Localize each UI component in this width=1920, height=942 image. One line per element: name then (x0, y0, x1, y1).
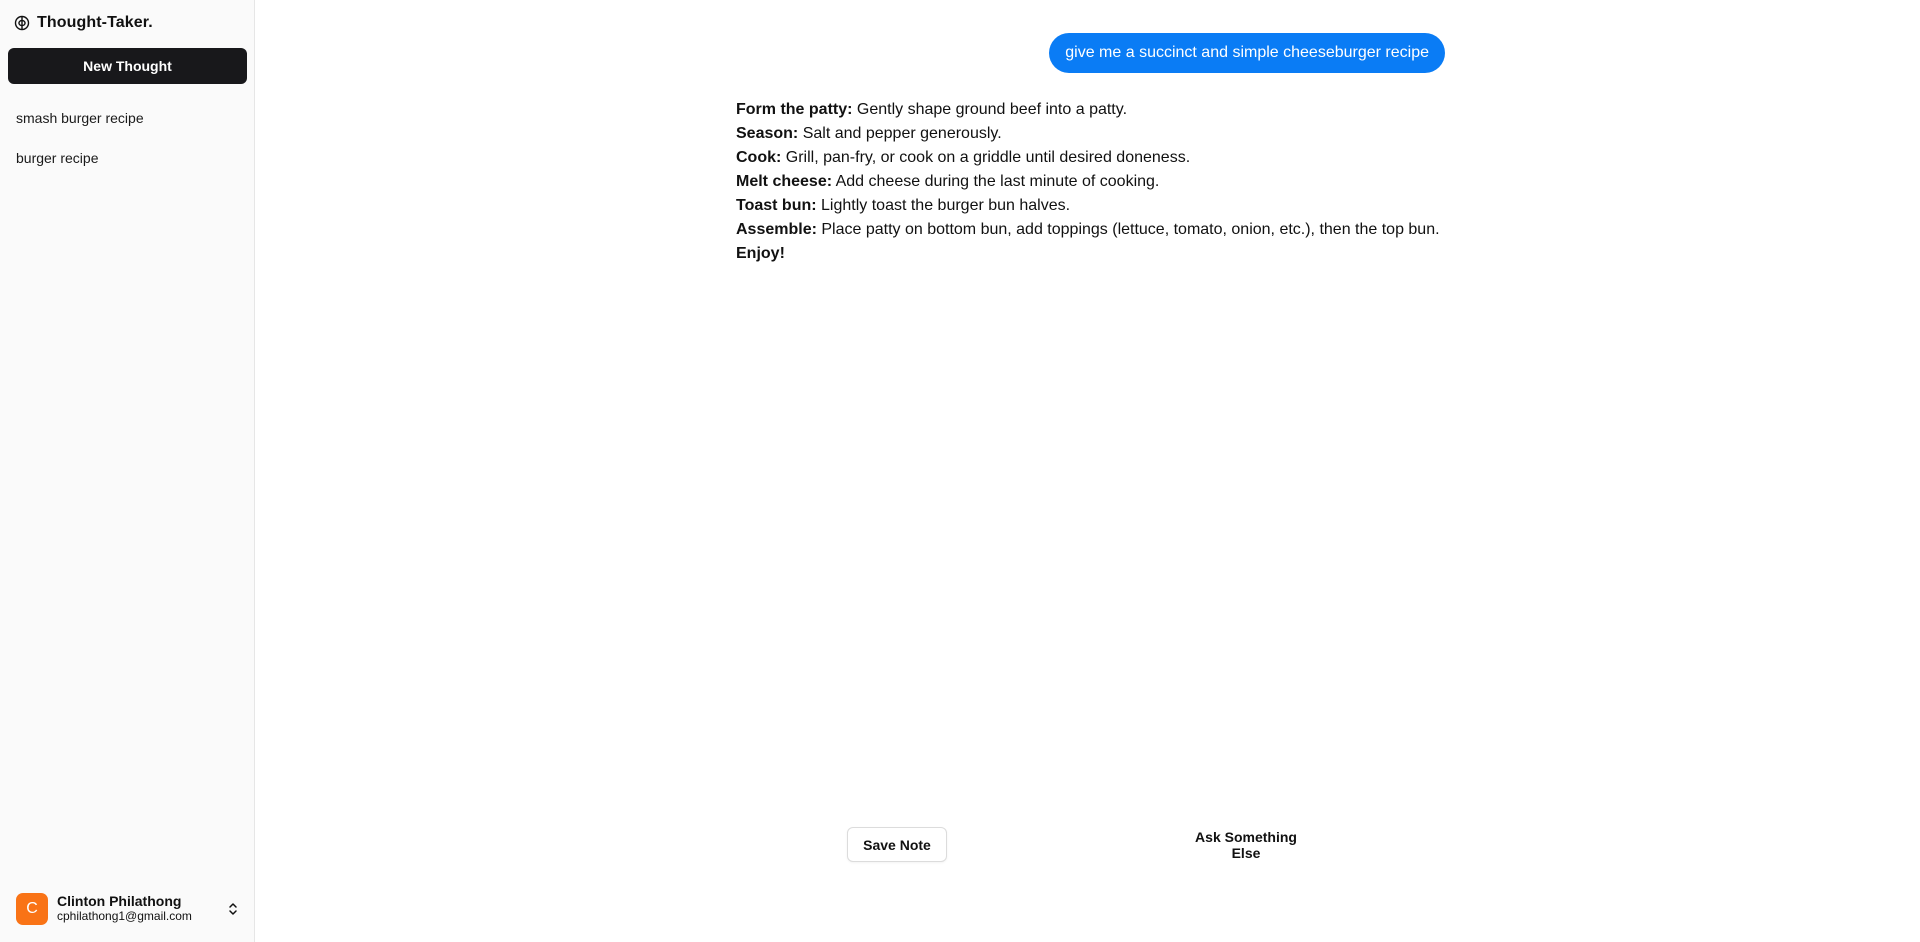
step-text: Add cheese during the last minute of coo… (832, 173, 1160, 190)
assistant-response: Form the patty: Gently shape ground beef… (736, 98, 1448, 266)
step-label: Cook: (736, 149, 782, 166)
history-item-burger-recipe[interactable]: burger recipe (0, 140, 255, 180)
brain-icon (14, 15, 30, 31)
step-label: Enjoy! (736, 245, 785, 262)
step-label: Form the patty: (736, 101, 853, 118)
user-message-bubble: give me a succinct and simple cheeseburg… (1049, 33, 1445, 73)
step-text: Grill, pan-fry, or cook on a griddle unt… (781, 149, 1191, 166)
step-text: Salt and pepper generously. (798, 125, 1002, 142)
user-account[interactable]: C Clinton Philathong cphilathong1@gmail.… (16, 892, 241, 926)
new-thought-button[interactable]: New Thought (8, 48, 247, 84)
response-line: Enjoy! (736, 242, 1448, 266)
response-line: Form the patty: Gently shape ground beef… (736, 98, 1448, 122)
response-line: Melt cheese: Add cheese during the last … (736, 170, 1448, 194)
response-line: Cook: Grill, pan-fry, or cook on a gridd… (736, 146, 1448, 170)
step-label: Season: (736, 125, 799, 142)
step-text: Lightly toast the burger bun halves. (816, 197, 1071, 214)
app-title: Thought-Taker. (37, 14, 153, 31)
avatar: C (16, 893, 48, 925)
response-line: Season: Salt and pepper generously. (736, 122, 1448, 146)
step-label: Assemble: (736, 221, 817, 238)
step-label: Melt cheese: (736, 173, 833, 190)
thought-history: smash burger recipe burger recipe (0, 100, 255, 180)
response-line: Toast bun: Lightly toast the burger bun … (736, 194, 1448, 218)
step-text: Gently shape ground beef into a patty. (852, 101, 1128, 118)
step-label: Toast bun: (736, 197, 817, 214)
brand: Thought-Taker. (14, 14, 153, 32)
step-text: Place patty on bottom bun, add toppings … (816, 221, 1440, 238)
save-note-button[interactable]: Save Note (847, 827, 947, 862)
user-email: cphilathong1@gmail.com (57, 909, 192, 923)
sidebar: Thought-Taker. New Thought smash burger … (0, 0, 255, 942)
user-info: Clinton Philathong cphilathong1@gmail.co… (57, 894, 192, 924)
chat-area: give me a succinct and simple cheeseburg… (256, 0, 1920, 942)
user-name: Clinton Philathong (57, 893, 182, 909)
chevrons-up-down-icon[interactable] (225, 901, 241, 917)
response-line: Assemble: Place patty on bottom bun, add… (736, 218, 1448, 242)
ask-something-else-button[interactable]: Ask Something Else (1176, 827, 1316, 862)
history-item-smash-burger-recipe[interactable]: smash burger recipe (0, 100, 255, 140)
